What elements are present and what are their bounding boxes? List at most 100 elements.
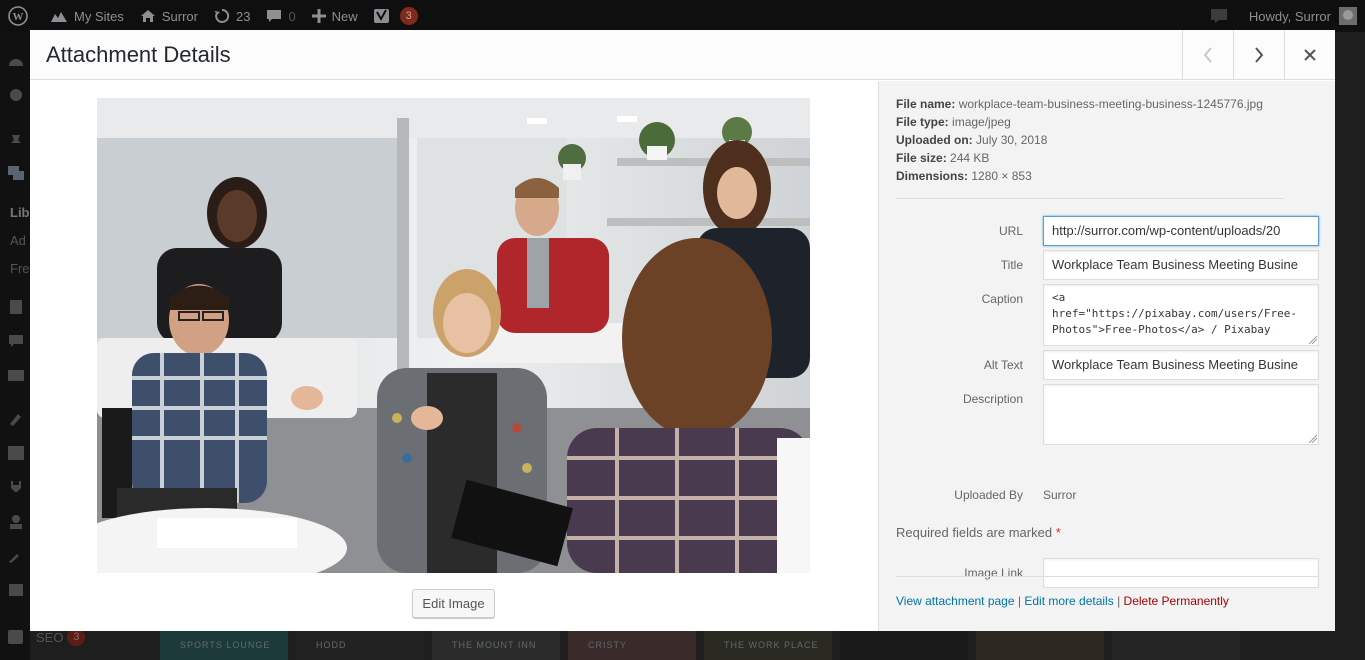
updates-menu[interactable]: 23 (206, 0, 258, 32)
file-type-value: image/jpeg (952, 115, 1011, 129)
my-sites-icon (51, 12, 67, 22)
url-field[interactable]: http://surror.com/wp-content/uploads/20 (1043, 216, 1319, 246)
required-star: * (1055, 525, 1061, 540)
admin-sidebar: Lib Ad Fre SEO 3 (0, 32, 86, 660)
attachment-details-modal: Attachment Details Edit Image File name:… (30, 30, 1335, 631)
account-menu[interactable]: Howdy, Surror (1241, 0, 1365, 32)
yoast-count-badge: 3 (399, 7, 418, 25)
site-name-menu[interactable]: Surror (132, 0, 206, 32)
edit-more-details-link[interactable]: Edit more details (1024, 594, 1113, 608)
required-fields-note: Required fields are marked * (896, 525, 1061, 540)
caption-textarea[interactable]: <a href="https://pixabay.com/users/Free-… (1043, 284, 1319, 346)
plus-icon (311, 9, 326, 23)
background-tile: HODD (296, 630, 424, 660)
uploaded-by-label: Uploaded By (954, 488, 1023, 502)
wordpress-logo-icon[interactable]: W (0, 0, 42, 32)
comments-menu[interactable]: 0 (258, 0, 303, 32)
delete-permanently-link[interactable]: Delete Permanently (1124, 594, 1229, 608)
alt-text-field[interactable]: Workplace Team Business Meeting Busine (1043, 350, 1319, 380)
dimensions-row: Dimensions: 1280 × 853 (896, 169, 1032, 183)
title-field[interactable]: Workplace Team Business Meeting Busine (1043, 250, 1319, 280)
resize-handle-icon[interactable] (1309, 336, 1317, 344)
howdy-label: Howdy, Surror (1248, 8, 1331, 24)
avatar (1339, 7, 1357, 25)
background-tile: THE WORK PLACE (704, 630, 832, 660)
modal-title: Attachment Details (46, 42, 231, 67)
notification-icon[interactable] (1203, 0, 1241, 32)
yoast-sidebar-icon (8, 630, 23, 644)
media-preview-area: Edit Image (30, 81, 878, 631)
background-tile: CRISTY (568, 630, 696, 660)
yoast-menu[interactable]: 3 (366, 0, 426, 32)
file-name-value: workplace-team-business-meeting-business… (958, 97, 1263, 111)
my-sites-menu[interactable]: My Sites (42, 0, 132, 32)
chevron-left-icon (1203, 47, 1212, 63)
site-name-label: Surror (161, 8, 198, 24)
comment-icon (267, 10, 282, 22)
comments-count: 0 (288, 8, 296, 24)
modal-header: Attachment Details (30, 30, 1335, 80)
users-icon (10, 515, 22, 529)
background-tile: SPORTS LOUNGE (160, 630, 288, 660)
caption-text: <a href="https://pixabay.com/users/Free-… (1052, 291, 1298, 336)
image-link-label: Image Link (964, 566, 1023, 580)
url-label: URL (998, 224, 1023, 238)
uploaded-by-value: Surror (1043, 488, 1077, 502)
dimensions-value: 1280 × 853 (971, 169, 1032, 183)
tools-icon (9, 554, 19, 563)
admin-bar: W My Sites Surror 23 0 New 3 Howdy, Surr… (0, 0, 1365, 32)
appearance-icon (10, 414, 21, 426)
uploaded-on-value: July 30, 2018 (976, 133, 1048, 147)
plugins-icon (11, 481, 21, 492)
updates-count: 23 (235, 8, 251, 24)
view-attachment-page-link[interactable]: View attachment page (896, 594, 1015, 608)
sidebar-library-label: Lib (10, 205, 30, 220)
svg-text:W: W (13, 11, 24, 23)
uploaded-on-row: Uploaded on: July 30, 2018 (896, 133, 1048, 147)
next-attachment-button[interactable] (1233, 30, 1284, 80)
mail-icon (8, 370, 24, 381)
attachment-info-panel: File name: workplace-team-business-meeti… (878, 81, 1335, 631)
background-tile: THE MOUNT INN (432, 630, 560, 660)
settings-icon (9, 584, 23, 596)
file-size-row: File size: 244 KB (896, 151, 990, 165)
close-icon (1304, 49, 1316, 61)
sidebar-free-label: Fre (10, 261, 30, 276)
background-tile (1112, 630, 1240, 660)
resize-handle-icon[interactable] (1309, 435, 1317, 443)
background-media-grid: SPORTS LOUNGE HODD THE MOUNT INN CRISTY … (160, 630, 1365, 660)
table-icon (8, 446, 24, 460)
office-meeting-photo (97, 98, 810, 573)
attachment-image (97, 98, 810, 573)
updates-icon (214, 8, 230, 23)
media-icon (8, 166, 24, 180)
file-info: File name: workplace-team-business-meeti… (896, 95, 1263, 185)
image-link-field[interactable] (1043, 558, 1319, 588)
description-label: Description (962, 392, 1023, 406)
pages-icon (10, 300, 22, 314)
background-tile (976, 630, 1104, 660)
pin-icon (11, 135, 21, 143)
file-name-row: File name: workplace-team-business-meeti… (896, 97, 1263, 111)
new-content-menu[interactable]: New (304, 0, 366, 32)
yoast-icon (373, 9, 389, 23)
my-sites-label: My Sites (74, 8, 124, 24)
comments-sidebar-icon (9, 335, 23, 347)
description-textarea[interactable] (1043, 384, 1319, 445)
performance-icon (10, 89, 22, 101)
previous-attachment-button[interactable] (1182, 30, 1233, 80)
divider (896, 576, 1319, 577)
file-type-row: File type: image/jpeg (896, 115, 1011, 129)
title-label: Title (1000, 258, 1023, 272)
divider (896, 198, 1284, 199)
new-label: New (331, 8, 358, 24)
attachment-actions: View attachment page | Edit more details… (896, 594, 1229, 608)
sidebar-add-label: Ad (10, 233, 26, 248)
background-tile (840, 630, 968, 660)
edit-image-button[interactable]: Edit Image (412, 589, 495, 618)
dashboard-icon (9, 59, 23, 66)
alt-text-label: Alt Text (983, 358, 1023, 372)
close-modal-button[interactable] (1284, 30, 1335, 80)
caption-label: Caption (981, 292, 1023, 306)
file-size-value: 244 KB (950, 151, 990, 165)
